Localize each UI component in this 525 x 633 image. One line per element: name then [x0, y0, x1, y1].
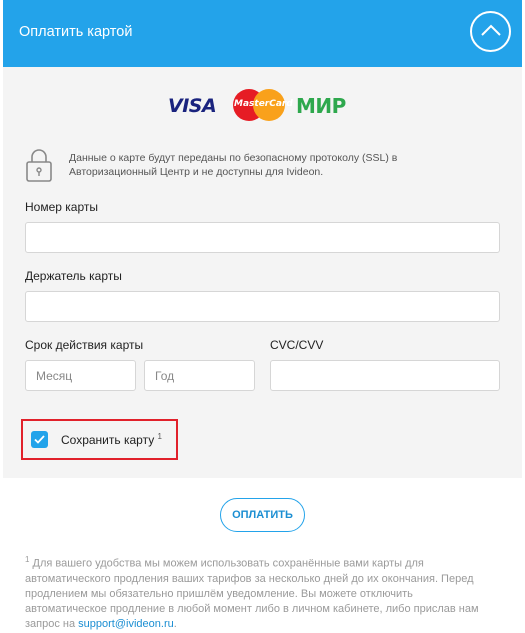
collapse-button[interactable] [470, 11, 511, 52]
save-card-option[interactable]: Сохранить карту 1 [21, 419, 178, 460]
card-number-label: Номер карты [25, 200, 98, 214]
security-notice: Данные о карте будут переданы по безопас… [23, 147, 503, 187]
mastercard-logo: MasterCard [233, 89, 293, 121]
cvc-label: CVC/CVV [270, 338, 324, 352]
card-logos: VISA MasterCard МИР [168, 89, 368, 121]
card-form-panel: VISA MasterCard МИР Данные о карте будут… [3, 67, 522, 478]
lock-icon [26, 149, 52, 182]
mir-logo: МИР [296, 94, 346, 118]
card-number-input[interactable] [25, 222, 500, 253]
save-card-label: Сохранить карту 1 [61, 432, 162, 447]
expiry-month-input[interactable] [25, 360, 136, 391]
footnote-marker: 1 [157, 432, 162, 441]
expiry-label: Срок действия карты [25, 338, 144, 352]
cvc-input[interactable] [270, 360, 500, 391]
save-card-checkbox[interactable] [31, 431, 48, 448]
visa-logo: VISA [168, 95, 217, 117]
checkmark-icon [34, 435, 45, 444]
cardholder-label: Держатель карты [25, 269, 122, 283]
security-text: Данные о карте будут переданы по безопас… [69, 152, 398, 178]
header-title: Оплатить картой [19, 24, 133, 40]
chevron-up-icon [481, 24, 501, 36]
footnote: 1 Для вашего удобства мы можем использов… [25, 552, 495, 632]
cardholder-input[interactable] [25, 291, 500, 322]
footnote-end: . [173, 617, 177, 630]
support-email-link[interactable]: support@ivideon.ru [78, 618, 174, 630]
pay-button[interactable]: ОПЛАТИТЬ [220, 498, 305, 532]
payment-header[interactable]: Оплатить картой [3, 0, 522, 67]
expiry-year-input[interactable] [144, 360, 255, 391]
